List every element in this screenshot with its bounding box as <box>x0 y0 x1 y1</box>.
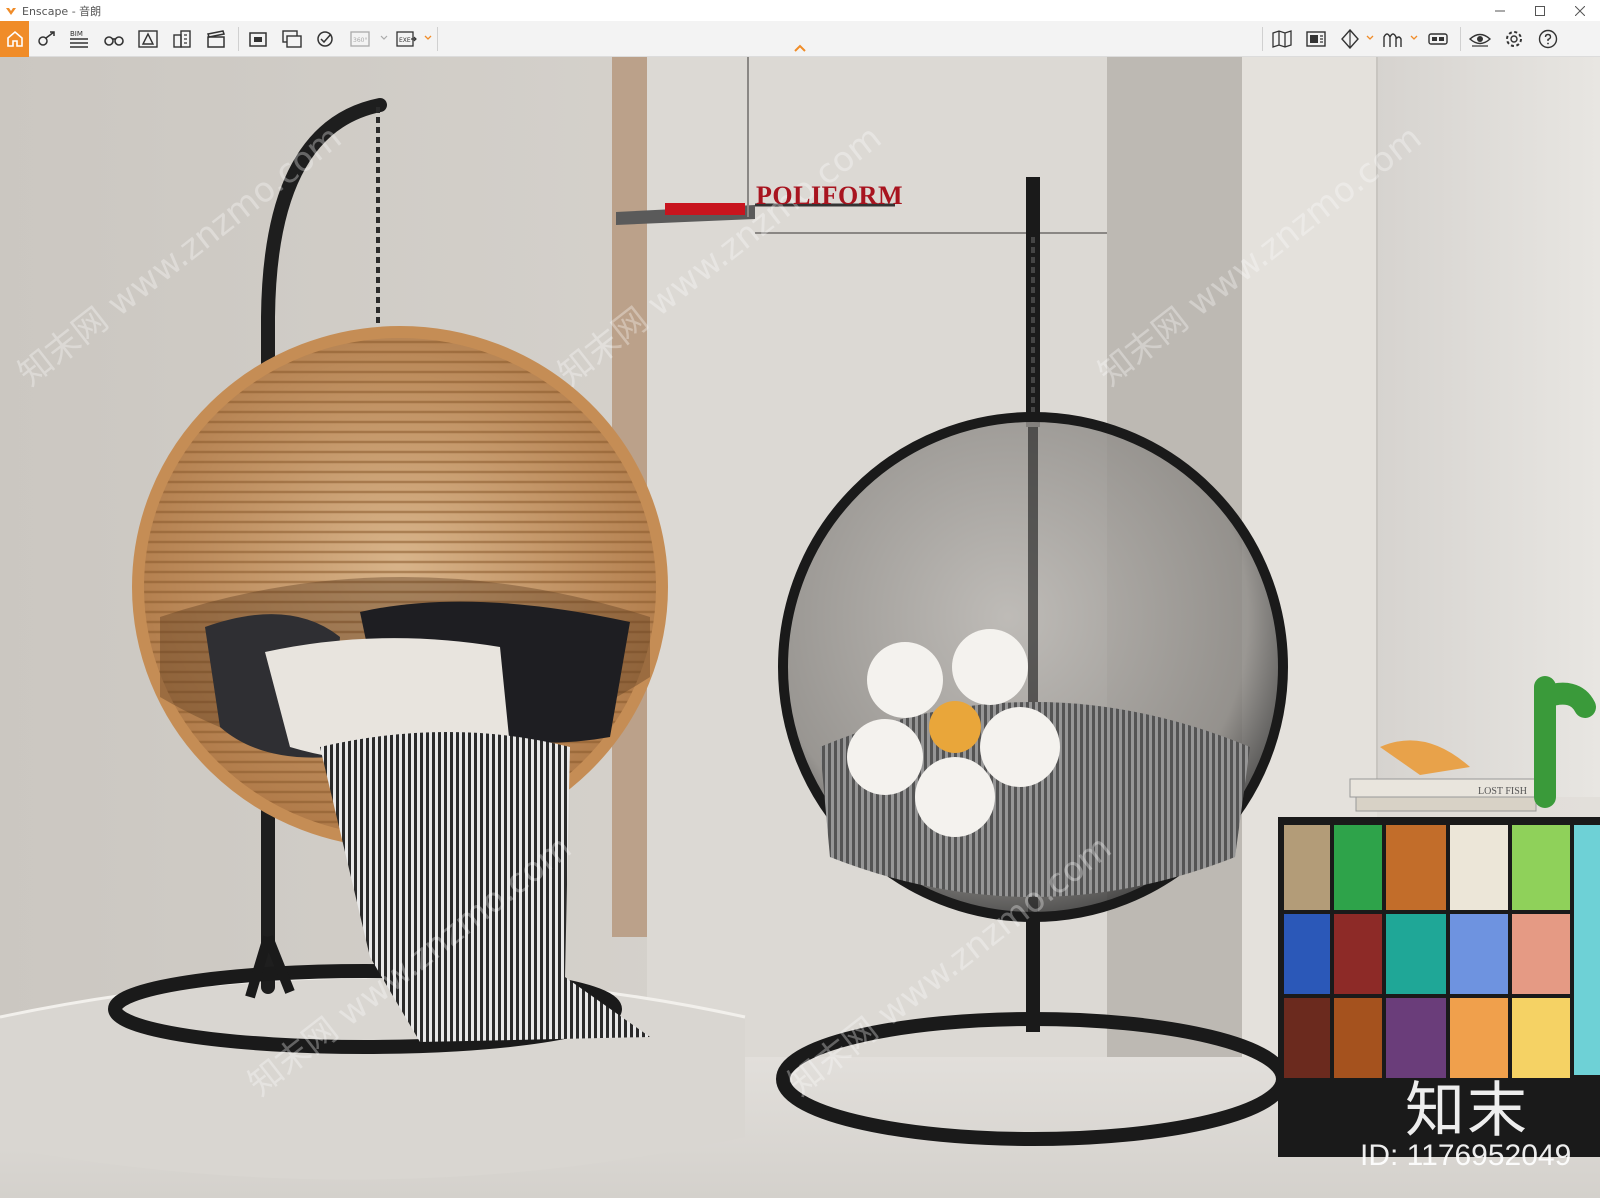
batch-render-button[interactable] <box>280 28 304 50</box>
bim-icon: BIM <box>70 30 88 48</box>
360-panorama-button[interactable]: 360° <box>348 28 372 50</box>
book-spine-text: LOST FISH <box>1478 786 1527 797</box>
visual-settings-button[interactable] <box>1338 28 1362 50</box>
screenshot-button[interactable] <box>246 28 270 50</box>
home-button[interactable] <box>0 21 29 57</box>
visibility-icon <box>1469 33 1491 47</box>
close-button[interactable] <box>1560 0 1600 21</box>
minimize-button[interactable] <box>1480 0 1520 21</box>
watermark-id: ID: 1176952049 <box>1360 1139 1572 1172</box>
toolbar-separator <box>238 27 239 51</box>
toolbar-separator <box>437 27 438 51</box>
asset-library-icon <box>138 30 158 48</box>
gear-icon <box>1506 31 1522 47</box>
title-bar: Enscape - 音朗 <box>0 0 1600 21</box>
panorama-upload-icon <box>317 31 333 47</box>
exe-label: EXE <box>399 37 411 44</box>
exe-export-icon: EXE <box>396 31 417 47</box>
render-viewport[interactable]: LOST FISH 知末网 www.znzmo.com 知末网 www.znzm… <box>0 57 1600 1198</box>
home-icon <box>6 30 23 47</box>
chevron-down-icon[interactable] <box>1410 34 1418 42</box>
enscape-logo-icon <box>6 7 16 15</box>
asset-library-button[interactable] <box>136 28 160 50</box>
360-panorama-icon: 360° <box>350 31 370 47</box>
video-editor-icon <box>207 30 225 48</box>
chevron-down-icon[interactable] <box>424 34 432 42</box>
binoculars-button[interactable] <box>102 28 126 50</box>
buildings-button[interactable] <box>170 28 194 50</box>
toolbar-separator <box>1262 27 1263 51</box>
vr-headset-button[interactable] <box>1426 28 1450 50</box>
help-button[interactable] <box>1536 28 1560 50</box>
vr-headset-icon <box>1428 33 1448 45</box>
toolbar-separator <box>1460 27 1461 51</box>
window-controls <box>1480 0 1600 21</box>
help-icon <box>1538 29 1558 49</box>
rendered-scene: LOST FISH 知末网 www.znzmo.com 知末网 www.znzm… <box>0 57 1600 1198</box>
binoculars-icon <box>104 36 124 46</box>
close-icon <box>1575 5 1585 16</box>
map-button[interactable] <box>1270 28 1294 50</box>
maximize-icon <box>1535 5 1545 16</box>
views-button[interactable] <box>34 28 58 50</box>
chevron-up-icon[interactable] <box>792 43 808 53</box>
video-editor-button[interactable] <box>204 28 228 50</box>
screenshot-icon <box>249 32 267 47</box>
buildings-icon <box>173 30 191 48</box>
map-icon <box>1272 30 1292 48</box>
watermark-logo: 知末 <box>1405 1076 1529 1146</box>
bim-label: BIM <box>70 30 83 38</box>
maximize-button[interactable] <box>1520 0 1560 21</box>
chevron-down-icon[interactable] <box>380 34 388 42</box>
panorama-upload-button[interactable] <box>314 28 338 50</box>
visual-settings-icon <box>1341 29 1359 49</box>
poliform-sign: POLIFORM <box>756 181 903 210</box>
settings-panel-button[interactable] <box>1304 28 1328 50</box>
360-label: 360° <box>353 37 367 44</box>
batch-render-icon <box>282 30 302 48</box>
exe-export-button[interactable]: EXE <box>394 28 418 50</box>
settings-panel-icon <box>1306 31 1326 47</box>
visibility-button[interactable] <box>1468 28 1492 50</box>
chevron-down-icon[interactable] <box>1366 34 1374 42</box>
people-button[interactable] <box>1380 28 1404 50</box>
views-icon <box>38 31 55 46</box>
people-icon <box>1383 33 1402 47</box>
settings-button[interactable] <box>1502 28 1526 50</box>
bim-button[interactable]: BIM <box>67 28 91 50</box>
window-title: Enscape - 音朗 <box>22 4 102 18</box>
minimize-icon <box>1495 10 1505 11</box>
